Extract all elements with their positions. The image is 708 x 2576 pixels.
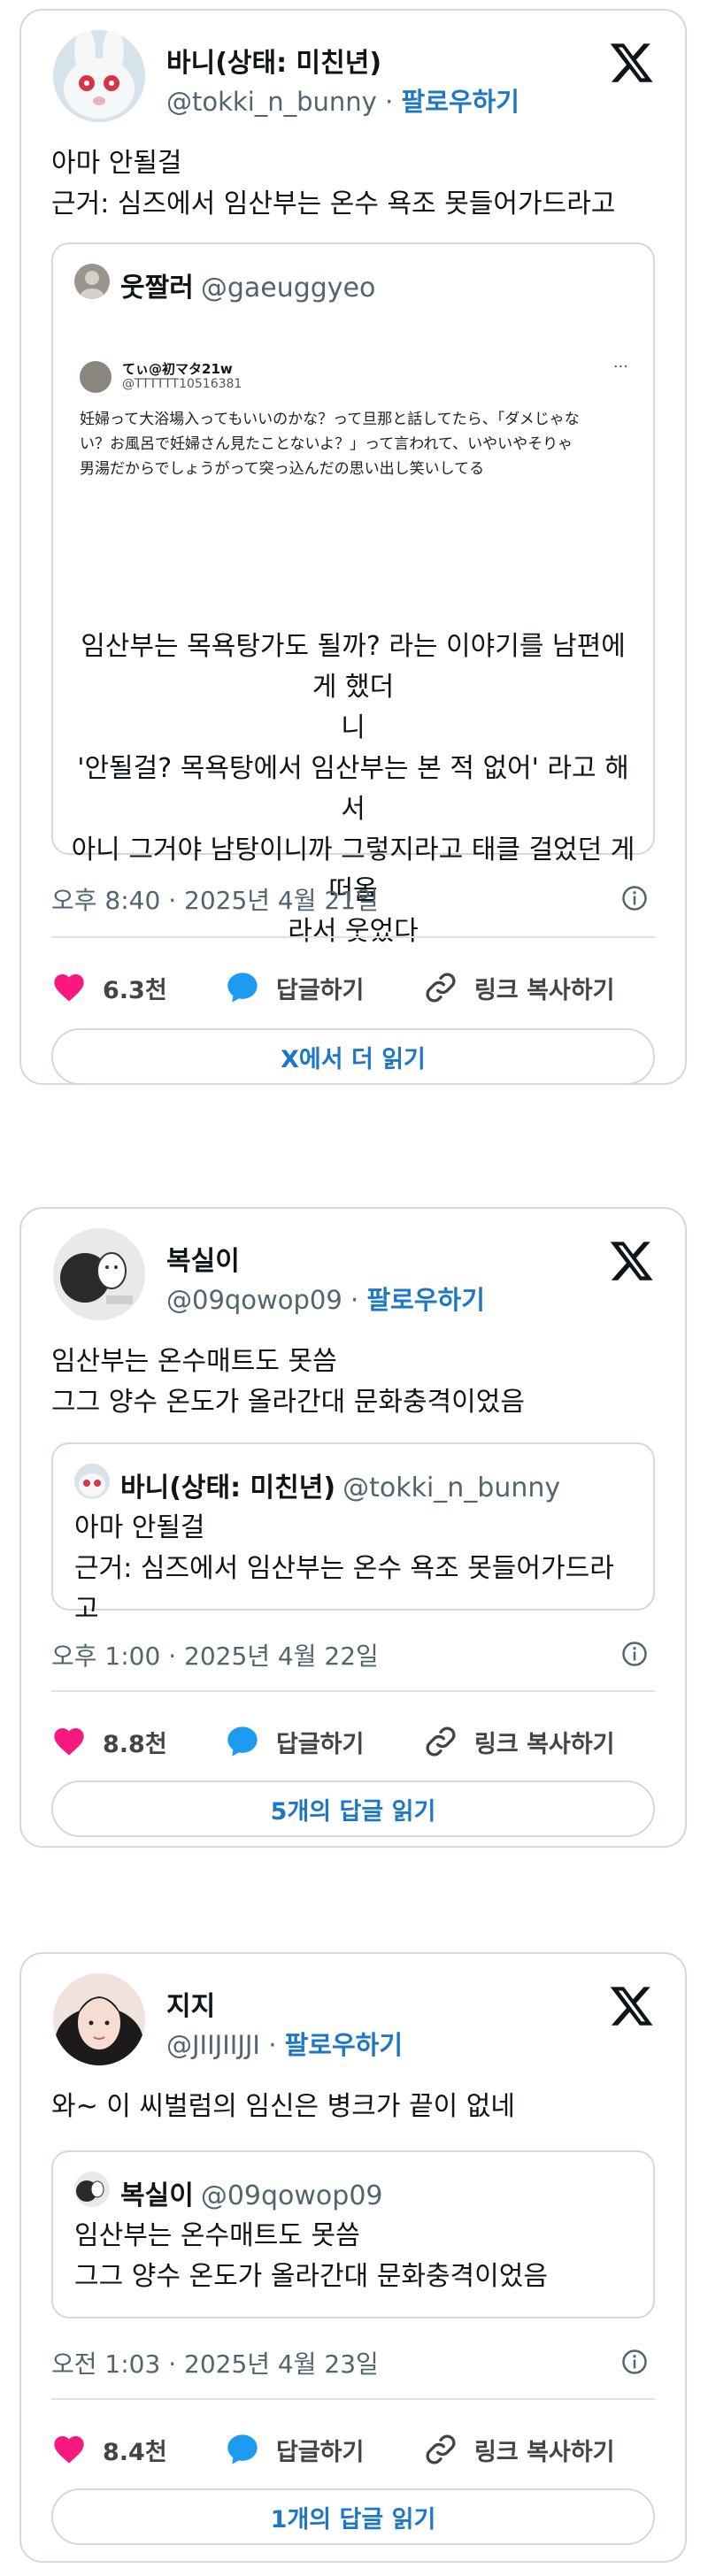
quote-avatar: [74, 264, 110, 299]
like-count: 8.4천: [103, 2438, 167, 2466]
separator: ·: [385, 87, 394, 117]
tweet-text: 임산부는 온수매트도 못씀 그그 양수 온도가 올라간대 문화충격이었음: [51, 1346, 525, 1418]
like-count: 8.8천: [103, 1730, 167, 1758]
link-icon: [426, 973, 456, 1003]
quote-text: 임산부는 온수매트도 못씀 그그 양수 온도가 올라간대 문화충격이었음: [74, 2220, 548, 2292]
tweet-card-1: 바니(상태: 미친년) @tokki_n_bunny · 팔로우하기 아마 안될…: [19, 9, 687, 1085]
reply-label: 답글하기: [276, 976, 365, 1004]
copy-link-label: 링크 복사하기: [474, 976, 615, 1004]
follow-button[interactable]: 팔로우하기: [366, 1285, 484, 1315]
divider: [51, 2398, 655, 2400]
quote-author-row: 웃짤러 @gaeuggyeo: [120, 265, 375, 304]
divider: [51, 936, 655, 938]
follow-button[interactable]: 팔로우하기: [285, 2030, 403, 2060]
read-more-button[interactable]: 1개의 답글 읽기: [51, 2488, 655, 2545]
avatar[interactable]: [53, 30, 145, 122]
quote-avatar: [74, 1464, 110, 1499]
like-button[interactable]: 6.3천: [51, 965, 167, 1011]
x-logo-icon[interactable]: [609, 1982, 655, 2028]
quote-text: 아마 안될걸 근거: 심즈에서 임산부는 온수 욕조 못들어가드라고: [74, 1512, 614, 1625]
quoted-tweet[interactable]: 복실이 @09qowop09 임산부는 온수매트도 못씀 그그 양수 온도가 올라…: [51, 2150, 655, 2318]
copy-link-button[interactable]: 링크 복사하기: [423, 2426, 614, 2472]
embedded-name: てぃ@初マタ21w: [122, 361, 233, 377]
author-handle[interactable]: @JIIJIIJJI: [166, 2030, 260, 2060]
heart-icon: [54, 2436, 84, 2464]
quote-author-name: 복실이: [120, 2180, 194, 2211]
copy-link-label: 링크 복사하기: [474, 1730, 615, 1758]
like-button[interactable]: 8.8천: [51, 1719, 167, 1765]
reply-button[interactable]: 답글하기: [225, 965, 364, 1011]
quote-author-handle: @tokki_n_bunny: [342, 1473, 561, 1503]
like-button[interactable]: 8.4천: [51, 2426, 167, 2472]
author-handle-row: @JIIJIIJJI · 팔로우하기: [166, 2025, 403, 2062]
timestamp[interactable]: 오후 8:40 · 2025년 4월 21일: [51, 881, 379, 917]
reply-bubble-icon: [227, 973, 258, 1003]
reply-button[interactable]: 답글하기: [225, 2426, 364, 2472]
heart-icon: [54, 1728, 84, 1756]
author-handle[interactable]: @tokki_n_bunny: [166, 87, 377, 117]
link-icon: [426, 1726, 456, 1757]
avatar[interactable]: [53, 1228, 145, 1320]
timestamp[interactable]: 오전 1:03 · 2025년 4월 23일: [51, 2345, 379, 2380]
reply-button[interactable]: 답글하기: [225, 1719, 364, 1765]
separator: ·: [350, 1285, 359, 1315]
avatar[interactable]: [53, 1973, 145, 2065]
copy-link-button[interactable]: 링크 복사하기: [423, 1719, 614, 1765]
reply-label: 답글하기: [276, 2438, 365, 2466]
author-handle-row: @tokki_n_bunny · 팔로우하기: [166, 81, 519, 119]
quote-author-row: 바니(상태: 미친년) @tokki_n_bunny: [120, 1465, 560, 1504]
x-logo-icon[interactable]: [609, 1237, 655, 1283]
read-more-button[interactable]: X에서 더 읽기: [51, 1028, 655, 1085]
quote-author-handle: @09qowop09: [200, 2180, 383, 2211]
reply-bubble-icon: [227, 1726, 258, 1757]
quote-author-name: 바니(상태: 미친년): [120, 1473, 336, 1503]
copy-link-button[interactable]: 링크 복사하기: [423, 965, 614, 1011]
embedded-avatar: [80, 361, 112, 393]
info-icon[interactable]: [621, 2349, 648, 2375]
like-count: 6.3천: [103, 976, 167, 1004]
action-bar: 8.4천 답글하기 링크 복사하기: [51, 2426, 662, 2472]
embedded-screenshot: てぃ@初マタ21w @TTTTTT10516381 ··· 妊婦って大浴場入って…: [76, 358, 634, 543]
reply-label: 답글하기: [276, 1730, 365, 1758]
tweet-card-2: 복실이 @09qowop09 · 팔로우하기 임산부는 온수매트도 못씀 그그 …: [19, 1207, 687, 1848]
quoted-tweet[interactable]: 바니(상태: 미친년) @tokki_n_bunny 아마 안될걸 근거: 심즈에…: [51, 1442, 655, 1625]
timestamp[interactable]: 오후 1:00 · 2025년 4월 22일: [51, 1637, 379, 1672]
copy-link-label: 링크 복사하기: [474, 2438, 615, 2466]
x-logo-icon[interactable]: [609, 39, 655, 85]
quote-author-name: 웃짤러: [120, 273, 194, 304]
quote-avatar: [74, 2172, 110, 2207]
author-name[interactable]: 복실이: [166, 1239, 240, 1278]
divider: [51, 1690, 655, 1692]
link-icon: [426, 2434, 456, 2465]
tweet-text: 아마 안될걸 근거: 심즈에서 임산부는 온수 욕조 못들어가드라고: [51, 148, 616, 219]
quote-author-row: 복실이 @09qowop09: [120, 2173, 383, 2212]
info-icon[interactable]: [621, 1641, 648, 1667]
quote-author-handle: @gaeuggyeo: [200, 273, 376, 304]
author-handle-row: @09qowop09 · 팔로우하기: [166, 1280, 485, 1317]
action-bar: 6.3천 답글하기 링크 복사하기: [51, 965, 662, 1011]
embedded-text: 妊婦って大浴場入ってもいいのかな？って旦那と話してたら、「ダメじゃな い？お風呂…: [80, 411, 580, 478]
follow-button[interactable]: 팔로우하기: [402, 87, 519, 117]
info-icon[interactable]: [621, 885, 648, 911]
author-handle[interactable]: @09qowop09: [166, 1285, 342, 1315]
tweet-text: 와~ 이 씨벌럼의 임신은 병크가 끝이 없네: [51, 2091, 515, 2122]
author-name[interactable]: 지지: [166, 1984, 215, 2023]
reply-bubble-icon: [227, 2434, 258, 2465]
embedded-handle: @TTTTTT10516381: [122, 377, 242, 391]
heart-icon: [54, 974, 84, 1002]
action-bar: 8.8천 답글하기 링크 복사하기: [51, 1719, 662, 1765]
separator: ·: [268, 2030, 277, 2060]
quoted-tweet[interactable]: 웃짤러 @gaeuggyeo てぃ@初マタ21w @TTTTTT10516381 …: [51, 242, 655, 947]
embedded-more-icon: ···: [612, 358, 628, 376]
tweet-card-3: 지지 @JIIJIIJJI · 팔로우하기 와~ 이 씨벌럼의 임신은 병크가 …: [19, 1952, 687, 2563]
read-more-button[interactable]: 5개의 답글 읽기: [51, 1780, 655, 1837]
author-name[interactable]: 바니(상태: 미친년): [166, 41, 381, 80]
